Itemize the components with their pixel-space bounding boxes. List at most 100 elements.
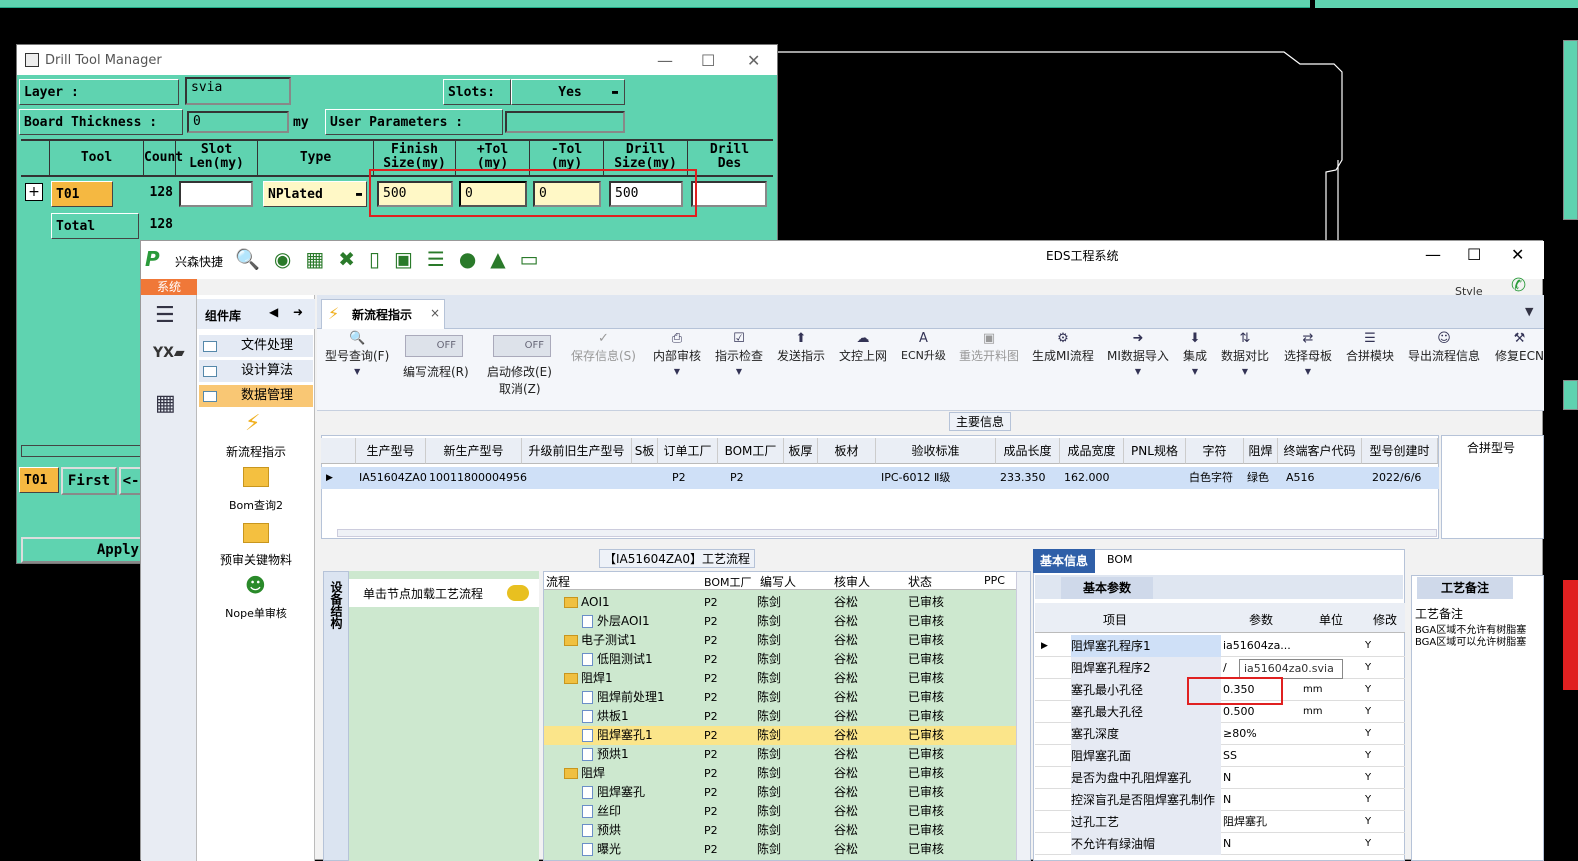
tree-row[interactable]: 阻焊前处理1 P2 陈剑 谷松 已审核 — [544, 688, 1030, 707]
toolbar-integrate[interactable]: ⬇ 集成 ▼ — [1183, 331, 1207, 380]
quick-access-icons[interactable]: 🔍◉▦✖▯▣☰●▲▭ — [235, 247, 553, 271]
param-row[interactable]: 阻焊塞孔面 SS Y — [1035, 745, 1405, 767]
grid-header[interactable]: 阻焊 — [1244, 438, 1278, 464]
minimize-icon[interactable]: — — [1425, 245, 1441, 264]
grid-header[interactable]: 订单工厂 — [658, 438, 718, 464]
process-tree[interactable]: 流程 BOM工厂 编写人 核审人 状态 PPC AOI1 P2 陈剑 谷松 已审核 外层A… — [543, 571, 1031, 861]
toggle-modify[interactable]: OFF — [493, 335, 551, 357]
close-tab-icon[interactable]: × — [430, 306, 440, 320]
grid-header[interactable]: 升级前旧生产型号 — [522, 438, 632, 464]
toolbar-save[interactable]: ✓ 保存信息(S) — [571, 331, 636, 364]
param-row[interactable]: 控深盲孔是否阻焊塞孔制作 N Y — [1035, 789, 1405, 811]
user-params-field[interactable] — [505, 111, 625, 133]
grid-header[interactable]: 成品宽度 — [1060, 438, 1124, 464]
tab-menu-icon[interactable]: ▼ — [1525, 305, 1533, 318]
toolbar-ecn-upgrade[interactable]: A ECN升级 — [901, 331, 946, 363]
horizontal-scrollbar[interactable] — [21, 445, 141, 457]
tab-basic-info[interactable]: 基本信息 — [1033, 549, 1095, 573]
param-row[interactable]: 不允许有绿油帽 N Y — [1035, 833, 1405, 855]
param-row[interactable]: 塞孔深度 ≥80% Y — [1035, 723, 1405, 745]
tool-cell[interactable]: T01 — [51, 181, 113, 207]
grid-header[interactable]: 板材 — [818, 438, 876, 464]
pin-icon[interactable]: ➜ — [293, 305, 303, 319]
toolbar-merge-module[interactable]: ☰ 合拼模块 — [1346, 331, 1394, 364]
maximize-icon[interactable]: ☐ — [1467, 245, 1481, 264]
tree-row[interactable]: 阻焊1 P2 陈剑 谷松 已审核 — [544, 669, 1030, 688]
toggle-write[interactable]: OFF — [405, 335, 463, 357]
param-row[interactable]: 阻焊塞孔程序2/Y — [1035, 657, 1405, 679]
grid-header[interactable]: 字符 — [1186, 438, 1244, 464]
grid-header[interactable]: PNL规格 — [1124, 438, 1186, 464]
toolbar-write-flow[interactable]: 编写流程(R) — [403, 363, 469, 380]
tree-row[interactable]: 阻焊塞孔1 P2 陈剑 谷松 已审核 — [544, 726, 1030, 745]
toolbar-generate-mi[interactable]: ⚙ 生成MI流程 — [1032, 331, 1094, 364]
param-row[interactable]: 过孔工艺 阻焊塞孔 Y — [1035, 811, 1405, 833]
grid-header[interactable]: 型号创建时 — [1362, 438, 1438, 464]
tree-row[interactable]: AOI1 P2 陈剑 谷松 已审核 — [544, 593, 1030, 612]
tree-row[interactable]: 烘板1 P2 陈剑 谷松 已审核 — [544, 707, 1030, 726]
toolbar-doc-online[interactable]: ☁ 文控上网 — [839, 331, 887, 364]
toolbar-send[interactable]: ⬆ 发送指示 — [777, 331, 825, 364]
grid-header[interactable]: 板厚 — [784, 438, 818, 464]
tab-bom[interactable]: BOM — [1107, 553, 1133, 566]
menu-icon[interactable]: ☰ — [155, 303, 175, 328]
param-row[interactable]: ▶ 阻焊塞孔程序1 ia51604za... Y — [1035, 635, 1405, 657]
toolbar-data-compare[interactable]: ⇅ 数据对比 ▼ — [1221, 331, 1269, 380]
slot-len-input[interactable] — [179, 181, 253, 207]
toolbar-cancel[interactable]: 取消(Z) — [499, 380, 541, 397]
apply-button[interactable]: Apply — [21, 537, 145, 563]
grid-header[interactable]: 生产型号 — [356, 438, 426, 464]
toolbar-select-board[interactable]: ⇄ 选择母板 ▼ — [1284, 331, 1332, 380]
grid-header[interactable]: 终端客户代码 — [1278, 438, 1362, 464]
slots-dropdown[interactable]: Yes ▬ — [511, 79, 625, 105]
grid-header[interactable]: 新生产型号 — [426, 438, 522, 464]
component-key-material[interactable]: 预审关键物料 — [203, 551, 309, 568]
grid-header[interactable]: 成品长度 — [996, 438, 1060, 464]
minimize-icon[interactable]: — — [657, 51, 673, 70]
grid-header[interactable]: 验收标准 — [876, 438, 996, 464]
tree-row[interactable]: 阻焊 P2 陈剑 谷松 已审核 — [544, 764, 1030, 783]
collapse-left-icon[interactable]: ◀ — [269, 305, 278, 319]
doc-tab-new-flow[interactable]: ⚡ 新流程指示 × — [321, 299, 445, 329]
tree-bom: P2 — [704, 710, 718, 723]
toolbar-instruction-check[interactable]: ☑ 指示检查 ▼ — [715, 331, 763, 380]
drill-des-input[interactable] — [691, 181, 767, 207]
tree-vscrollbar[interactable] — [1016, 572, 1030, 860]
tree-row[interactable]: 低阻测试1 P2 陈剑 谷松 已审核 — [544, 650, 1030, 669]
toolbar-fix-ecn[interactable]: ⚒ 修复ECN — [1495, 331, 1544, 364]
tree-row[interactable]: 阻焊塞孔 P2 陈剑 谷松 已审核 — [544, 783, 1030, 802]
phone-icon[interactable]: ✆ — [1511, 275, 1526, 296]
component-nope-review[interactable]: Nope单审核 — [203, 605, 309, 621]
toolbar-mi-import[interactable]: ➜ MI数据导入 ▼ — [1107, 331, 1169, 380]
grid-hscrollbar[interactable] — [337, 529, 1437, 537]
toolbar-internal-review[interactable]: ⎙ 内部审核 ▼ — [653, 331, 701, 380]
first-button[interactable]: First — [61, 467, 117, 495]
tree-row[interactable]: 曝光 P2 陈剑 谷松 已审核 — [544, 840, 1030, 859]
eds-window[interactable]: P 兴森快捷 🔍◉▦✖▯▣☰●▲▭ EDS工程系统 — ☐ ✕ 系统 Style… — [140, 240, 1544, 861]
toolbar-start-modify[interactable]: 启动修改(E) — [487, 363, 552, 380]
maximize-icon[interactable]: ☐ — [701, 51, 715, 70]
toolbar-reselect-image[interactable]: ▣ 重选开料图 — [959, 331, 1019, 364]
toolbar-export-flow[interactable]: ☺ 导出流程信息 — [1408, 331, 1480, 364]
tree-row[interactable]: 外层AOI1 P2 陈剑 谷松 已审核 — [544, 612, 1030, 631]
tree-row[interactable]: 电子测试1 P2 陈剑 谷松 已审核 — [544, 631, 1030, 650]
layer-field[interactable]: svia — [185, 77, 291, 105]
grid-header[interactable]: BOM工厂 — [718, 438, 784, 464]
toolbar-model-query[interactable]: 🔍 型号查询(F) ▼ — [325, 331, 389, 380]
board-thickness-field[interactable]: 0 — [187, 111, 289, 133]
component-new-flow[interactable]: 新流程指示 — [203, 443, 309, 460]
tree-row[interactable]: 预烘1 P2 陈剑 谷松 已审核 — [544, 745, 1030, 764]
expand-icon[interactable]: + — [25, 183, 43, 201]
close-icon[interactable]: ✕ — [1511, 245, 1524, 264]
tree-row[interactable]: 丝印 P2 陈剑 谷松 已审核 — [544, 802, 1030, 821]
tree-row[interactable]: 预烘 P2 陈剑 谷松 已审核 — [544, 821, 1030, 840]
dropdown-icon: ▬ — [611, 86, 618, 98]
component-bom-query[interactable]: Bom查询2 — [203, 497, 309, 513]
param-row[interactable]: 是否为盘中孔阻焊塞孔 N Y — [1035, 767, 1405, 789]
system-tab[interactable]: 系统 — [141, 279, 197, 295]
grid-header[interactable]: S板 — [632, 438, 658, 464]
close-icon[interactable]: ✕ — [747, 51, 760, 70]
type-dropdown[interactable]: NPlated ▬ — [263, 181, 367, 207]
yx-icon[interactable]: YX▰ — [153, 345, 185, 361]
calculator-icon[interactable]: ▦ — [155, 391, 176, 416]
